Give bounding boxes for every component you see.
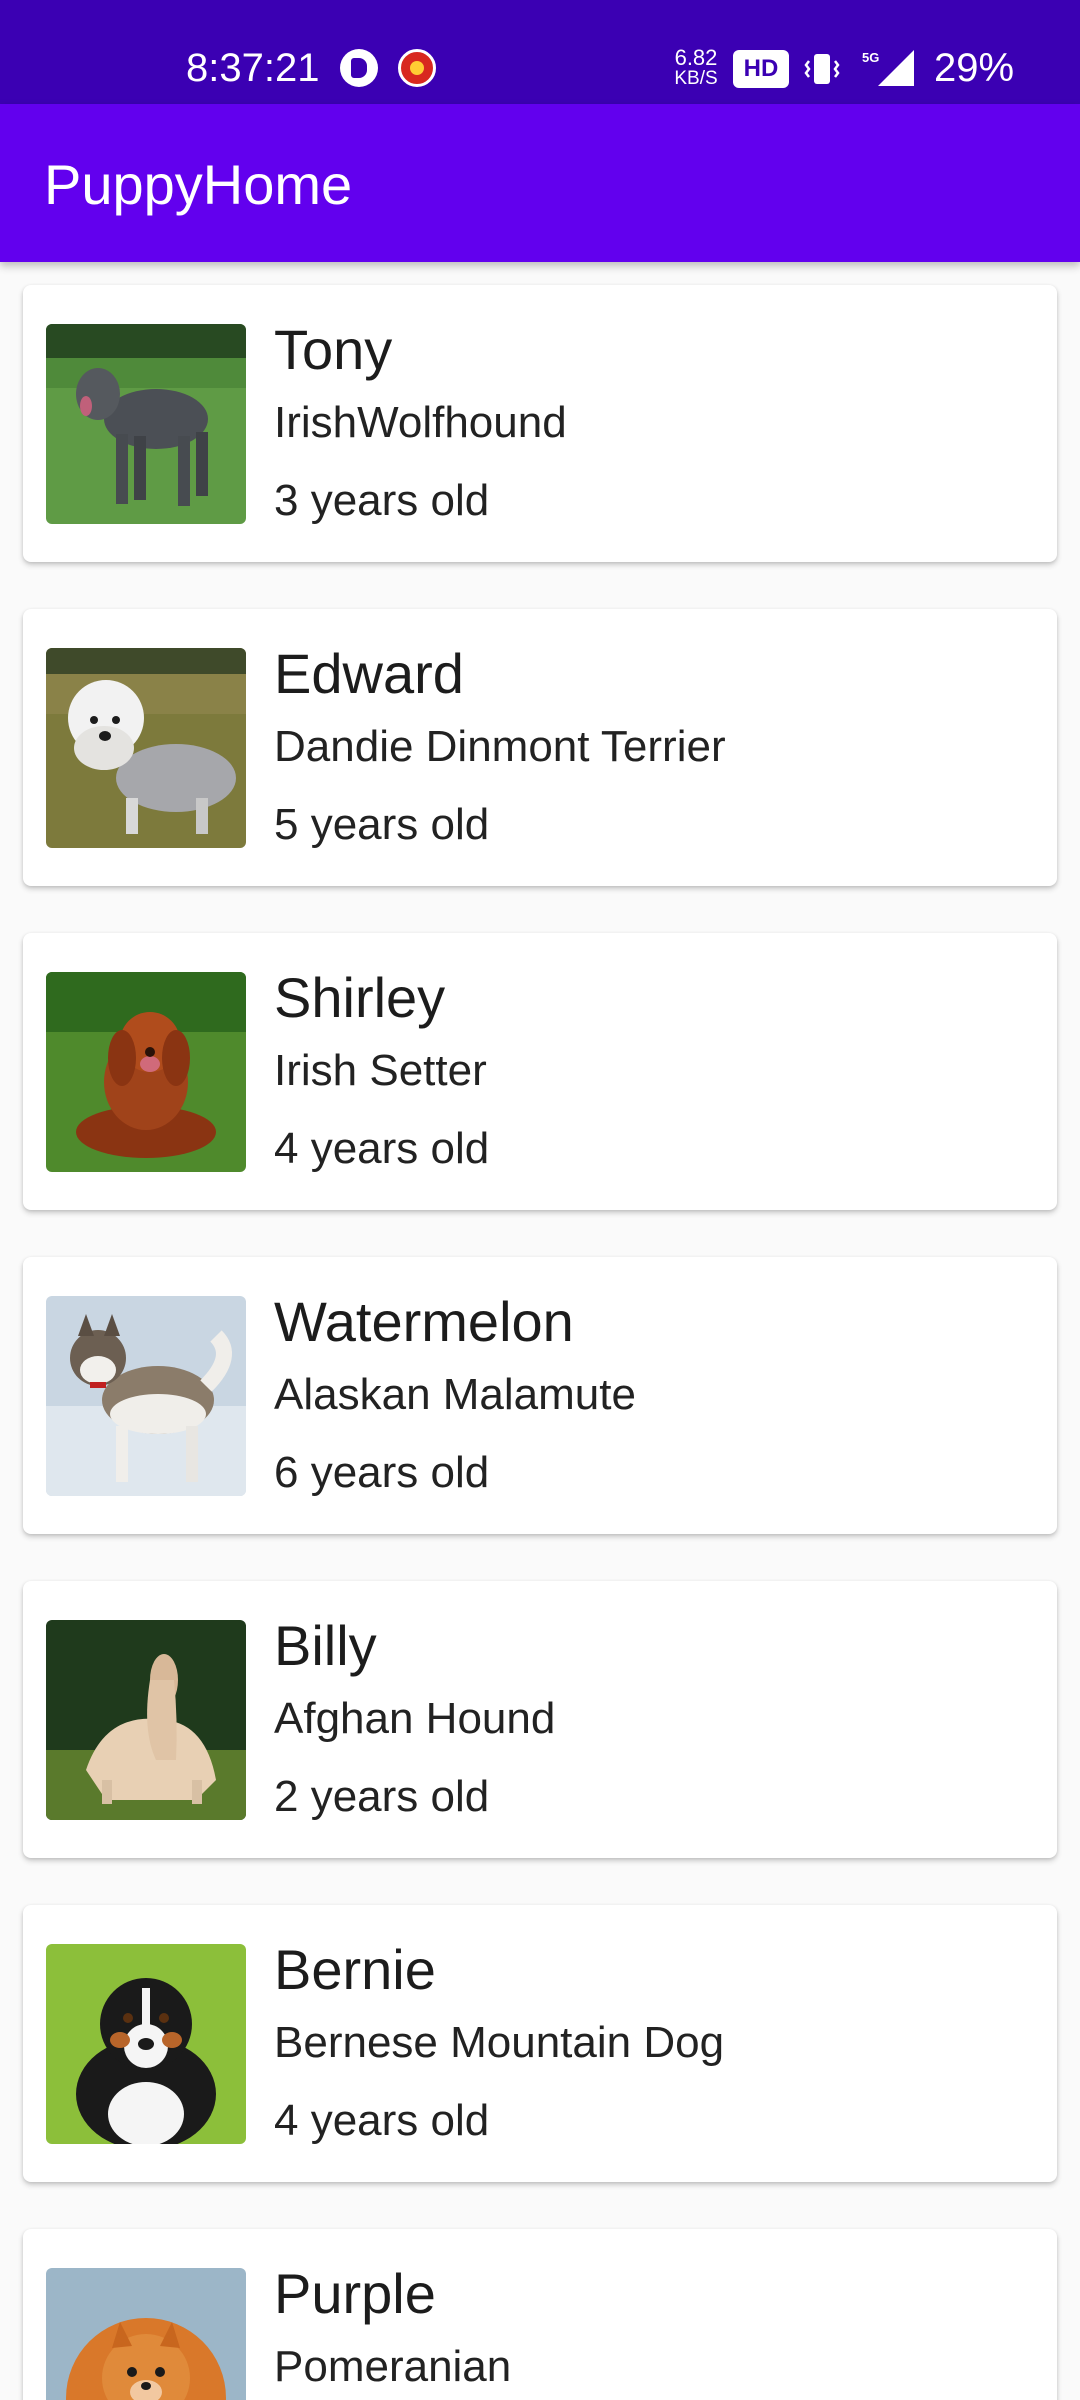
puppy-card[interactable]: Tony IrishWolfhound 3 years old: [23, 285, 1057, 562]
network-speed: 6.82 KB/S: [672, 47, 720, 89]
network-type-label: 5G: [862, 50, 879, 65]
puppy-name: Edward: [274, 642, 464, 705]
puppy-breed: Bernese Mountain Dog: [274, 2018, 725, 2067]
puppy-age: 2 years old: [274, 1772, 490, 1821]
puppy-name: Purple: [274, 2262, 436, 2325]
puppy-name: Watermelon: [274, 1290, 574, 1353]
notification-app-icon: [340, 49, 378, 87]
puppy-photo-afghan-hound: [46, 1620, 246, 1820]
puppy-card[interactable]: Billy Afghan Hound 2 years old: [23, 1581, 1057, 1858]
puppy-name: Billy: [274, 1614, 377, 1677]
status-bar: 8:37:21 6.82 KB/S HD 5G 29%: [0, 0, 1080, 104]
puppy-card[interactable]: Bernie Bernese Mountain Dog 4 years old: [23, 1905, 1057, 2182]
battery-level: 29%: [934, 46, 1015, 90]
puppy-age: 5 years old: [274, 800, 490, 849]
puppy-card[interactable]: Shirley Irish Setter 4 years old: [23, 933, 1057, 1210]
puppy-card[interactable]: Purple Pomeranian: [23, 2229, 1057, 2400]
puppy-breed: Dandie Dinmont Terrier: [274, 722, 726, 771]
network-speed-value: 6.82: [674, 45, 718, 70]
status-time: 8:37:21: [186, 46, 320, 90]
puppy-age: 3 years old: [274, 476, 490, 525]
puppy-photo-dandie-dinmont-terrier: [46, 648, 246, 848]
puppy-card[interactable]: Watermelon Alaskan Malamute 6 years old: [23, 1257, 1057, 1534]
puppy-list[interactable]: Tony IrishWolfhound 3 years old Edward D…: [0, 262, 1080, 2400]
puppy-age: 4 years old: [274, 1124, 490, 1173]
puppy-name: Bernie: [274, 1938, 436, 2001]
app-bar: PuppyHome: [0, 104, 1080, 262]
puppy-photo-irish-wolfhound: [46, 324, 246, 524]
puppy-age: 4 years old: [274, 2096, 490, 2145]
puppy-breed: Pomeranian: [274, 2342, 512, 2391]
notification-game-icon: [398, 49, 436, 87]
puppy-breed: Afghan Hound: [274, 1694, 556, 1743]
hd-voice-badge: HD: [733, 50, 789, 88]
puppy-photo-pomeranian: [46, 2268, 246, 2400]
puppy-name: Tony: [274, 318, 393, 381]
puppy-name: Shirley: [274, 966, 446, 1029]
app-title: PuppyHome: [44, 153, 353, 216]
vibrate-icon: [804, 50, 840, 88]
puppy-photo-irish-setter: [46, 972, 246, 1172]
puppy-breed: Irish Setter: [274, 1046, 487, 1095]
puppy-photo-bernese-mountain-dog: [46, 1944, 246, 2144]
signal-5g-icon: 5G: [858, 46, 916, 90]
puppy-card[interactable]: Edward Dandie Dinmont Terrier 5 years ol…: [23, 609, 1057, 886]
puppy-age: 6 years old: [274, 1448, 490, 1497]
puppy-breed: IrishWolfhound: [274, 398, 567, 447]
network-speed-unit: KB/S: [674, 68, 718, 89]
puppy-photo-alaskan-malamute: [46, 1296, 246, 1496]
puppy-breed: Alaskan Malamute: [274, 1370, 636, 1419]
